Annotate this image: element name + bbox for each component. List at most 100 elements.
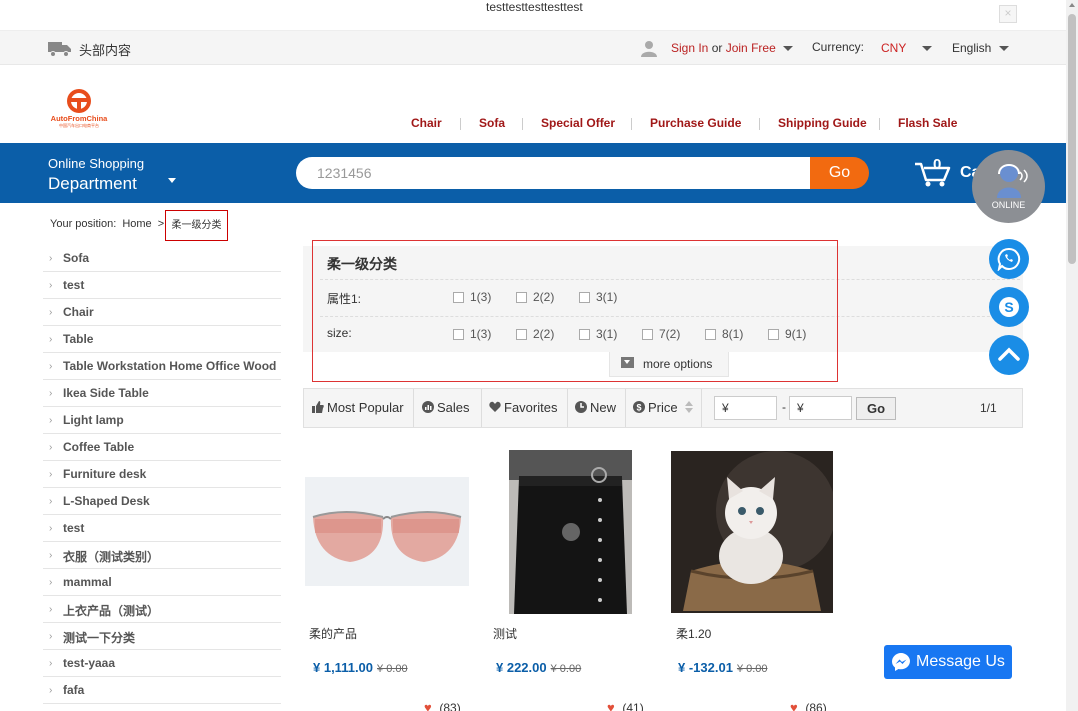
message-us-button[interactable]: Message Us <box>884 645 1012 679</box>
nav-item-shipping-guide[interactable]: Shipping Guide <box>778 116 867 130</box>
category-item[interactable]: › test <box>43 272 281 299</box>
sort-sales[interactable]: Sales <box>414 389 482 427</box>
skype-button[interactable]: S <box>989 287 1029 327</box>
scrollbar-thumb[interactable] <box>1068 14 1076 264</box>
logo[interactable]: AutoFromChina 中国汽车出口电商平台 <box>48 87 110 129</box>
category-label: Light lamp <box>63 413 124 427</box>
search-input[interactable]: 1231456 <box>296 157 812 189</box>
chevron-right-icon: › <box>49 253 53 264</box>
chevron-down-icon[interactable] <box>922 46 932 51</box>
price-min-input[interactable]: ¥ <box>714 396 777 420</box>
scroll-up-icon[interactable] <box>1069 3 1075 7</box>
price-max-input[interactable]: ¥ <box>789 396 852 420</box>
svg-text:$: $ <box>636 403 641 413</box>
category-item[interactable]: › L-Shaped Desk <box>43 488 281 515</box>
category-item[interactable]: › 上衣产品（测试） <box>43 596 281 623</box>
category-item[interactable]: › Coffee Table <box>43 434 281 461</box>
sort-bar: Most Popular Sales Favorites New $ Price … <box>303 388 1023 428</box>
category-item[interactable]: › 衣服（测试类别） <box>43 542 281 569</box>
sort-favorites[interactable]: Favorites <box>482 389 568 427</box>
product-likes[interactable]: ♥ (41) <box>607 701 644 711</box>
sort-arrows-icon <box>685 401 694 413</box>
price-current: ¥ 222.00 <box>496 660 547 675</box>
nav-item-flash-sale[interactable]: Flash Sale <box>898 116 957 130</box>
breadcrumb-current: 柔一级分类 <box>165 210 228 241</box>
product-likes[interactable]: ♥ (86) <box>790 701 827 711</box>
language-select[interactable]: English <box>952 41 1009 55</box>
sign-in-link[interactable]: Sign In <box>671 41 708 55</box>
category-label: Chair <box>63 305 94 319</box>
clock-icon <box>575 401 587 413</box>
category-label: 衣服（测试类别） <box>63 550 160 564</box>
page-scrollbar[interactable] <box>1066 0 1078 711</box>
category-item[interactable]: › mammal <box>43 569 281 596</box>
likes-count: (83) <box>439 701 461 711</box>
category-label: Ikea Side Table <box>63 386 149 400</box>
price-current: ¥ -132.01 <box>678 660 733 675</box>
sort-most-popular[interactable]: Most Popular <box>304 389 414 427</box>
category-label: Table Workstation Home Office Wood <box>63 359 277 373</box>
join-free-link[interactable]: Join Free <box>726 41 776 55</box>
header-content-text: 头部内容 <box>79 43 132 58</box>
category-item[interactable]: › Furniture desk <box>43 461 281 488</box>
category-item[interactable]: › Ikea Side Table <box>43 380 281 407</box>
message-us-label: Message Us <box>916 653 1005 670</box>
page-indicator: 1/1 <box>980 401 997 415</box>
category-item[interactable]: › test-yaaa <box>43 650 281 677</box>
chevron-down-icon <box>998 46 1009 52</box>
online-service-button[interactable]: ONLINE <box>972 150 1045 223</box>
thumbs-up-icon <box>312 401 324 413</box>
nav-divider <box>522 118 523 130</box>
search-go-button[interactable]: Go <box>810 157 869 189</box>
category-item[interactable]: › test <box>43 515 281 542</box>
category-label: Coffee Table <box>63 440 135 454</box>
category-label: test <box>63 521 85 535</box>
sound-waves-icon <box>1019 169 1028 183</box>
nav-item-sofa[interactable]: Sofa <box>479 116 505 130</box>
whatsapp-button[interactable] <box>989 239 1029 279</box>
category-item[interactable]: › Table <box>43 326 281 353</box>
category-item[interactable]: › fafa <box>43 677 281 704</box>
product-name[interactable]: 测试 <box>493 625 517 642</box>
product-image[interactable] <box>671 451 833 613</box>
nav-item-chair[interactable]: Chair <box>411 116 442 130</box>
category-item[interactable]: › Sofa <box>43 245 281 272</box>
product-name[interactable]: 柔1.20 <box>676 625 711 642</box>
notice-close-button[interactable]: × <box>999 5 1017 23</box>
chevron-right-icon: › <box>49 631 53 642</box>
chevron-right-icon: › <box>49 280 53 291</box>
chevron-down-icon[interactable] <box>783 46 794 52</box>
price-filter-go-button[interactable]: Go <box>856 397 896 420</box>
whatsapp-icon <box>997 247 1021 271</box>
price-range-dash: - <box>782 400 786 414</box>
product-price: ¥ 222.00 ¥ 0.00 <box>496 660 581 675</box>
user-icon <box>641 41 657 57</box>
product-image[interactable] <box>305 477 469 586</box>
sort-price[interactable]: $ Price <box>626 389 702 427</box>
category-item[interactable]: › Table Workstation Home Office Wood <box>43 353 281 380</box>
top-bar: 头部内容 Sign In or Join Free Currency: CNY … <box>0 30 1066 65</box>
product-name[interactable]: 柔的产品 <box>309 625 357 642</box>
product-likes[interactable]: ♥ (83) <box>424 701 461 711</box>
product-price: ¥ 1,111.00 ¥ 0.00 <box>313 660 408 675</box>
product-image[interactable] <box>509 450 632 614</box>
breadcrumb-home[interactable]: Home <box>122 218 151 230</box>
nav-item-special-offer[interactable]: Special Offer <box>541 116 615 130</box>
back-to-top-button[interactable] <box>989 335 1029 375</box>
sort-label: Favorites <box>504 400 558 415</box>
category-item[interactable]: › 测试一下分类 <box>43 623 281 650</box>
category-label: test-yaaa <box>63 656 116 670</box>
chevron-right-icon: › <box>49 658 53 669</box>
currency-select[interactable]: CNY <box>881 41 906 55</box>
breadcrumb-separator: > <box>157 218 165 230</box>
category-item[interactable]: › Light lamp <box>43 407 281 434</box>
notice-text: testtesttesttesttest <box>486 0 583 14</box>
sort-label: Sales <box>437 400 470 415</box>
nav-item-purchase-guide[interactable]: Purchase Guide <box>650 116 741 130</box>
dollar-icon: $ <box>633 401 645 413</box>
nav-divider <box>879 118 880 130</box>
category-item[interactable]: › Chair <box>43 299 281 326</box>
sort-new[interactable]: New <box>568 389 626 427</box>
category-label: Table <box>63 332 94 346</box>
department-title: Department <box>48 174 137 193</box>
